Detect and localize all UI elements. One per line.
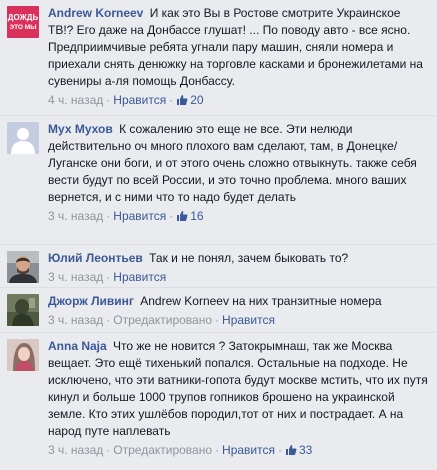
user-photo-icon [7, 294, 39, 326]
comment-body: Джорж Ливинг Andrew Korneev на них транз… [48, 293, 429, 310]
comment-body: Anna Naja Что же не новится ? Затокрымна… [48, 338, 429, 440]
avatar-logo-icon: ДОЖДЬ ЭТО МЫ [7, 6, 39, 38]
comment-author[interactable]: Юлий Леонтьев [48, 251, 143, 265]
edited-label[interactable]: Отредактировано [113, 443, 212, 457]
thumbs-up-icon [285, 445, 297, 455]
avatar[interactable] [7, 339, 39, 371]
comment-meta: 4 ч. назад · Нравится · 20 [48, 93, 204, 107]
comment-time[interactable]: 3 ч. назад [48, 443, 103, 457]
like-count[interactable]: 16 [176, 209, 204, 223]
like-count-value: 16 [190, 209, 204, 223]
comment-time[interactable]: 3 ч. назад [48, 270, 103, 284]
like-button[interactable]: Нравится [113, 209, 166, 223]
default-avatar-icon [7, 122, 39, 154]
avatar[interactable] [7, 122, 39, 154]
like-button[interactable]: Нравится [222, 313, 275, 327]
comment-author[interactable]: Anna Naja [48, 339, 107, 353]
like-count-value: 33 [298, 443, 313, 457]
comment-text: Andrew Korneev на них транзитные номера [140, 294, 382, 308]
like-count-value: 20 [190, 93, 204, 107]
comment-body: Andrew Korneev И как это Вы в Ростове см… [48, 5, 429, 90]
like-button[interactable]: Нравится [113, 93, 166, 107]
avatar-line-2: ЭТО МЫ [9, 24, 36, 31]
comment-feed: ДОЖДЬ ЭТО МЫ Andrew Korneev И как это Вы… [0, 0, 437, 470]
comment-author[interactable]: Джорж Ливинг [48, 294, 134, 308]
comment-body: Юлий Леонтьев Так и не понял, зачем быко… [48, 250, 429, 267]
comment-item: ДОЖДЬ ЭТО МЫ Andrew Korneev И как это Вы… [0, 0, 437, 109]
comment-time[interactable]: 3 ч. назад [48, 209, 103, 223]
like-count[interactable]: 33 [285, 443, 312, 457]
comment-text: Так и не понял, зачем быковать то? [149, 251, 349, 265]
comment-body: Мух Мухов К сожалению это еще не все. Эт… [48, 121, 429, 206]
user-photo-icon [7, 251, 39, 283]
avatar[interactable] [7, 251, 39, 283]
thumbs-up-icon [177, 211, 188, 221]
like-button[interactable]: Нравится [113, 270, 166, 284]
like-count[interactable]: 20 [176, 93, 204, 107]
avatar[interactable] [7, 294, 39, 326]
comment-meta: 3 ч. назад · Отредактировано · Нравится · 33 [48, 443, 313, 457]
avatar[interactable]: ДОЖДЬ ЭТО МЫ [7, 6, 39, 38]
thumbs-up-icon [177, 95, 188, 105]
like-button[interactable]: Нравится [222, 443, 275, 457]
comment-item: Anna Naja Что же не новится ? Затокрымна… [0, 333, 437, 459]
comment-meta: 3 ч. назад · Нравится · 16 [48, 209, 204, 223]
comment-item: Мух Мухов К сожалению это еще не все. Эт… [0, 116, 437, 225]
user-photo-icon [7, 339, 39, 371]
comment-item: Юлий Леонтьев Так и не понял, зачем быко… [0, 245, 437, 286]
comment-time[interactable]: 4 ч. назад [48, 93, 103, 107]
comment-author[interactable]: Мух Мухов [48, 122, 113, 136]
avatar-line-1: ДОЖДЬ [8, 13, 39, 22]
comment-author[interactable]: Andrew Korneev [48, 6, 143, 20]
comment-time[interactable]: 3 ч. назад [48, 313, 103, 327]
comment-meta: 3 ч. назад · Нравится [48, 270, 167, 284]
comment-item: Джорж Ливинг Andrew Korneev на них транз… [0, 288, 437, 329]
comment-text: Что же не новится ? Затокрымнаш, так же … [48, 339, 428, 438]
edited-label[interactable]: Отредактировано [113, 313, 212, 327]
comment-meta: 3 ч. назад · Отредактировано · Нравится [48, 313, 275, 327]
